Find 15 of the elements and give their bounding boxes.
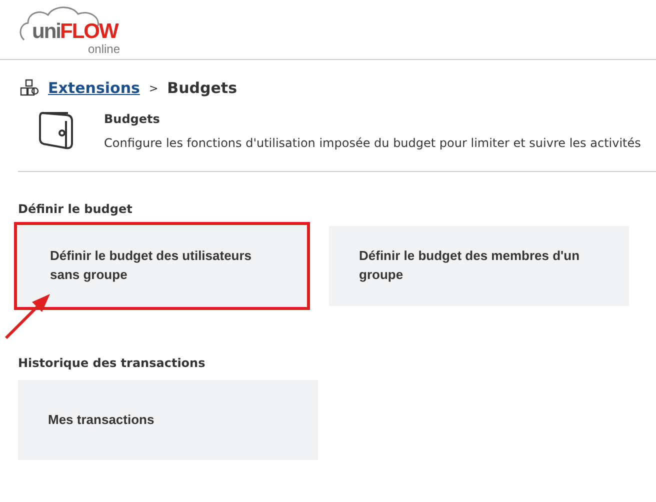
page-title: Budgets: [104, 112, 161, 126]
logo-text: FLOW: [60, 20, 118, 44]
logo-subtitle: online: [88, 42, 120, 56]
page-description: Configure les fonctions d'utilisation imposée du budget pour limiter et suivre les activités: [104, 136, 641, 150]
breadcrumb-current: Budgets: [167, 79, 238, 97]
section-title: Historique des transactions: [18, 356, 206, 370]
cubes-icon: [19, 79, 39, 97]
breadcrumb-separator: >: [148, 82, 158, 94]
wallet-icon: [38, 109, 76, 151]
logo-text: uni: [32, 20, 60, 44]
section-title: Définir le budget: [18, 202, 134, 216]
tile-button[interactable]: Définir le budget des utilisateurs sans groupe: [14, 222, 310, 310]
breadcrumb-link[interactable]: Extensions: [48, 79, 140, 97]
tile-button[interactable]: Mes transactions: [18, 380, 318, 460]
tile-button[interactable]: Définir le budget des membres d'un groupe: [329, 226, 629, 306]
